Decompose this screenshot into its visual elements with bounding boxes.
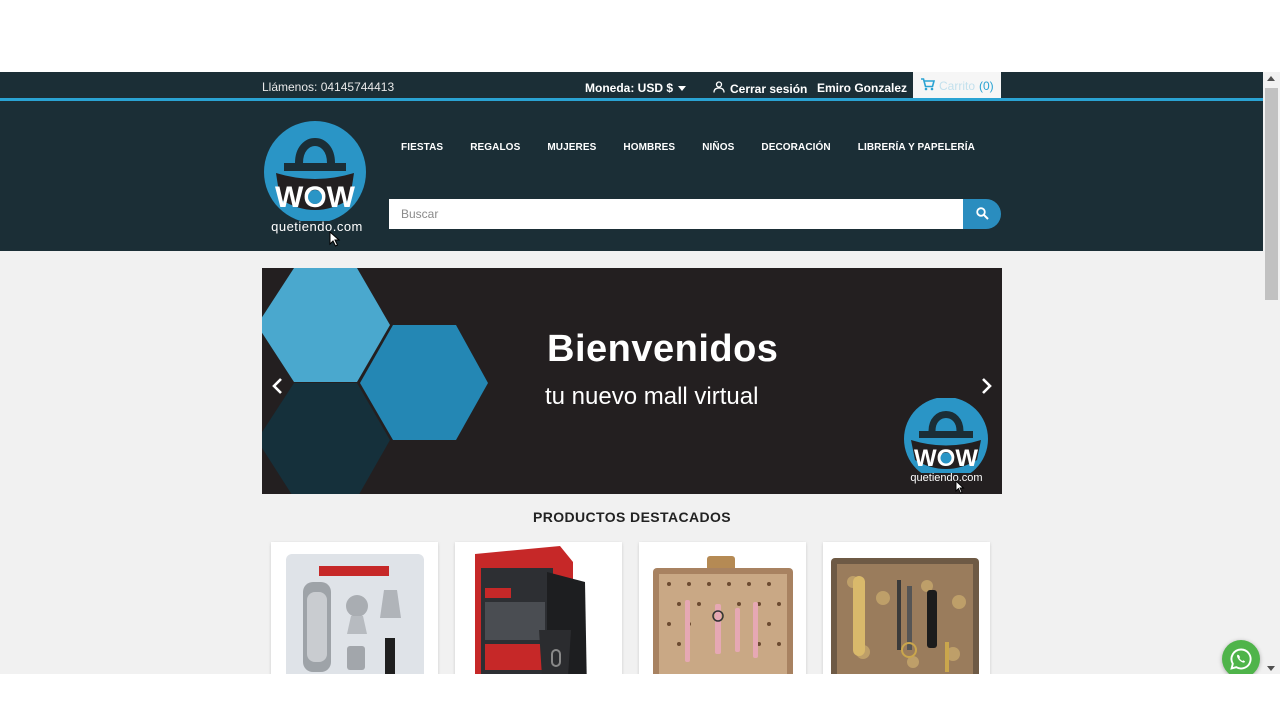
user-icon (713, 81, 725, 96)
search-icon (975, 205, 989, 224)
phone-number: Llámenos: 04145744413 (262, 80, 395, 94)
nav-item-fiestas[interactable]: FIESTAS (401, 142, 443, 153)
product-image (653, 556, 793, 674)
cart-count: (0) (979, 78, 994, 93)
product-card[interactable] (639, 542, 806, 674)
currency-selector[interactable]: Moneda: USD $ (585, 81, 687, 95)
hexagon-decoration (262, 268, 488, 494)
scroll-down-arrow-icon[interactable] (1267, 666, 1275, 671)
cart-button[interactable]: Carrito (0) (913, 72, 1001, 99)
featured-products-title: PRODUCTOS DESTACADOS (532, 509, 732, 525)
nav-item-decoracion[interactable]: DECORACIÓN (761, 142, 830, 153)
search-button[interactable] (963, 199, 1001, 229)
nav-item-ninos[interactable]: NIÑOS (702, 142, 734, 153)
account-username[interactable]: Emiro Gonzalez (817, 81, 907, 95)
carousel-next-button[interactable] (978, 376, 994, 396)
nav-item-regalos[interactable]: REGALOS (470, 142, 520, 153)
cart-icon (921, 77, 936, 94)
banner-subtitle: tu nuevo mall virtual (545, 383, 759, 410)
product-card[interactable] (823, 542, 990, 674)
search-bar (389, 199, 1001, 229)
logo-text: quetiendo.com (271, 219, 363, 234)
site-logo[interactable]: WOW quetiendo.com (262, 121, 372, 241)
banner-logo-text: quetiendo.com (910, 472, 983, 484)
chevron-right-icon (982, 378, 992, 394)
page-content: Llámenos: 04145744413 Moneda: USD $ Cerr… (0, 72, 1263, 674)
nav-item-mujeres[interactable]: MUJERES (547, 142, 596, 153)
currency-label: Moneda: USD $ (585, 81, 674, 95)
browser-viewport: Llámenos: 04145744413 Moneda: USD $ Cerr… (0, 72, 1280, 674)
mouse-cursor-icon (329, 231, 341, 247)
chevron-down-icon (678, 85, 687, 91)
logo-bag-icon: WOW (264, 121, 366, 223)
banner-logo: WOW quetiendo.com (899, 397, 994, 488)
nav-item-libreria-papeleria[interactable]: LIBRERÍA Y PAPELERÍA (858, 142, 975, 153)
product-card[interactable] (455, 542, 622, 674)
product-image (286, 554, 424, 674)
featured-products-list (271, 542, 990, 674)
product-image (475, 546, 587, 674)
logo-bag-icon: WOW (904, 397, 988, 481)
mouse-cursor-icon (955, 480, 965, 494)
logout-link[interactable]: Cerrar sesión (713, 81, 807, 96)
logout-label: Cerrar sesión (730, 81, 808, 96)
whatsapp-button[interactable] (1222, 640, 1260, 674)
scroll-up-arrow-icon[interactable] (1267, 76, 1275, 81)
whatsapp-icon (1230, 648, 1252, 670)
product-image (831, 558, 979, 674)
banner-title: Bienvenidos (547, 328, 779, 370)
top-bar: Llámenos: 04145744413 Moneda: USD $ Cerr… (0, 72, 1263, 101)
nav-item-hombres[interactable]: HOMBRES (623, 142, 675, 153)
carousel-prev-button[interactable] (270, 376, 286, 396)
scrollbar-thumb[interactable] (1265, 88, 1278, 300)
hero-carousel[interactable]: Bienvenidos tu nuevo mall virtual WOW qu… (262, 268, 1002, 494)
chevron-left-icon (272, 378, 282, 394)
main-navigation: FIESTAS REGALOS MUJERES HOMBRES NIÑOS DE… (401, 142, 1002, 153)
search-input[interactable] (389, 199, 963, 229)
vertical-scrollbar[interactable] (1263, 72, 1280, 674)
product-card[interactable] (271, 542, 438, 674)
cart-label: Carrito (939, 78, 976, 93)
site-header: WOW quetiendo.com FIESTAS REGALOS MUJERE… (0, 101, 1263, 251)
